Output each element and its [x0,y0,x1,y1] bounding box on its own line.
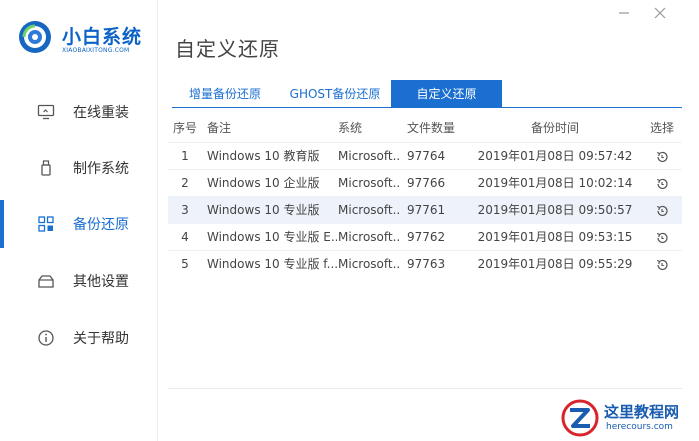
watermark: 这里教程网 herecours.com [556,396,699,441]
sidebar-item-backup-restore[interactable]: 备份还原 [0,204,158,244]
tab-incremental-restore[interactable]: 增量备份还原 [172,80,278,108]
sidebar-item-label: 关于帮助 [73,331,129,347]
restore-icon[interactable] [655,231,669,245]
cell-backup-time: 2019年01月08日 09:50:57 [477,203,633,217]
cell-backup-time: 2019年01月08日 09:57:42 [477,149,633,163]
page-title: 自定义还原 [175,37,280,61]
info-icon [38,330,54,346]
header-system: 系统 [338,121,363,135]
backup-grid-icon [38,216,54,232]
header-index: 序号 [172,121,197,135]
restore-icon[interactable] [655,204,669,218]
tab-custom-restore[interactable]: 自定义还原 [391,80,502,108]
watermark-text: 这里教程网 [604,403,680,421]
sidebar-item-label: 其他设置 [73,274,129,290]
cell-backup-time: 2019年01月08日 09:55:29 [477,257,633,271]
backup-table: 序号 备注 系统 文件数量 备份时间 选择 1 Windows 10 教育版 M… [168,114,682,277]
cell-index: 4 [181,230,189,244]
cell-file-count: 97763 [407,257,446,271]
cell-note: Windows 10 教育版 [207,149,320,163]
table-row[interactable]: 1 Windows 10 教育版 Microsoft... 97764 2019… [168,142,682,169]
cell-index: 3 [181,203,189,217]
cell-system: Microsoft... [338,230,400,244]
monitor-icon [37,104,55,120]
header-file-count: 文件数量 [407,121,456,135]
sidebar-item-about-help[interactable]: 关于帮助 [0,318,158,358]
logo-icon [19,21,51,53]
watermark-logo-icon [561,399,599,437]
cell-index: 2 [181,176,189,190]
tab-ghost-restore[interactable]: GHOST备份还原 [282,80,388,108]
cell-note: Windows 10 专业版 E... [207,230,337,244]
sidebar-item-other-settings[interactable]: 其他设置 [0,261,158,301]
cell-system: Microsoft... [338,257,400,271]
cell-index: 1 [181,149,189,163]
close-icon[interactable] [653,6,667,20]
brand: 小白系统 XIAOBAIXITONG.COM [18,18,158,62]
cell-system: Microsoft... [338,203,400,217]
cell-backup-time: 2019年01月08日 09:53:15 [477,230,633,244]
restore-icon[interactable] [655,177,669,191]
sidebar-item-label: 在线重装 [73,105,129,121]
table-row[interactable]: 4 Windows 10 专业版 E... Microsoft... 97762… [168,223,682,250]
header-select: 选择 [649,121,674,135]
cell-note: Windows 10 企业版 [207,176,320,190]
sidebar-item-label: 制作系统 [73,161,129,177]
cell-system: Microsoft... [338,149,400,163]
brand-subtitle: XIAOBAIXITONG.COM [62,47,130,54]
tab-bar: 增量备份还原 GHOST备份还原 自定义还原 [172,80,682,108]
table-bottom-divider [168,388,682,389]
cell-note: Windows 10 专业版 f... [207,257,337,271]
table-row[interactable]: 2 Windows 10 企业版 Microsoft... 97766 2019… [168,169,682,196]
cell-file-count: 97764 [407,149,446,163]
minimize-icon[interactable] [617,6,631,20]
header-backup-time: 备份时间 [530,121,579,135]
restore-icon[interactable] [655,258,669,272]
table-row[interactable]: 5 Windows 10 专业版 f... Microsoft... 97763… [168,250,682,277]
header-note: 备注 [207,121,232,135]
box-icon [38,275,54,288]
sidebar-item-online-reinstall[interactable]: 在线重装 [0,92,158,132]
watermark-subtext: herecours.com [606,422,673,432]
sidebar: 小白系统 XIAOBAIXITONG.COM 在线重装 制作系统 备份还原 其他… [0,0,158,441]
cell-index: 5 [181,257,189,271]
table-row[interactable]: 3 Windows 10 专业版 Microsoft... 97761 2019… [168,196,682,223]
cell-backup-time: 2019年01月08日 10:02:14 [477,176,633,190]
restore-icon[interactable] [655,150,669,164]
cell-system: Microsoft... [338,176,400,190]
sidebar-item-label: 备份还原 [73,217,129,233]
brand-name: 小白系统 [62,26,143,48]
table-header: 序号 备注 系统 文件数量 备份时间 选择 [168,114,682,142]
sidebar-item-make-system[interactable]: 制作系统 [0,148,158,188]
cell-file-count: 97761 [407,203,446,217]
cell-file-count: 97762 [407,230,446,244]
cell-file-count: 97766 [407,176,446,190]
usb-icon [41,160,51,176]
cell-note: Windows 10 专业版 [207,203,320,217]
